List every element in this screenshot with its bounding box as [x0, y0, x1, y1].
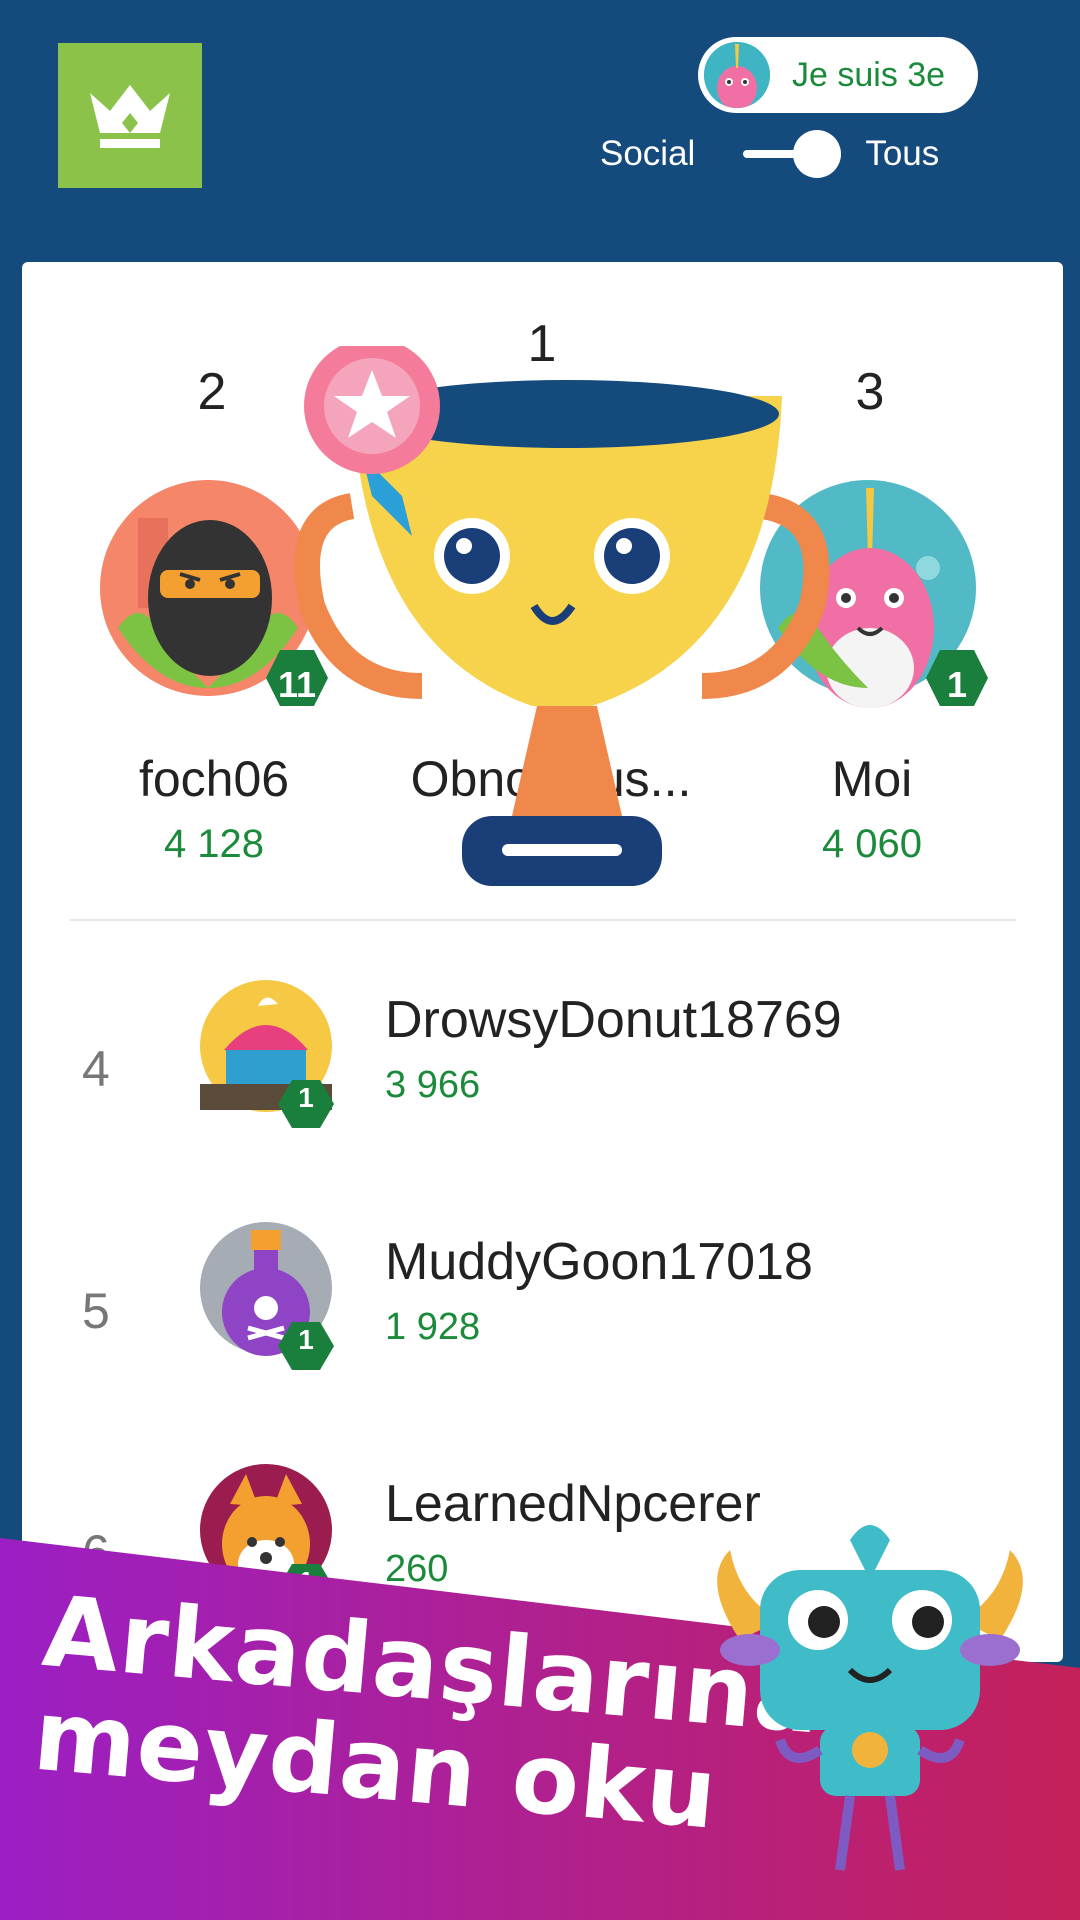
row-score: 1 928: [385, 1306, 481, 1348]
toggle-switch[interactable]: [743, 128, 843, 180]
toggle-label-all[interactable]: Tous: [865, 134, 939, 174]
podium: 2 11 foch06 4 128 3 1 Moi 4 060 1: [22, 262, 1063, 922]
row-rank: 5: [82, 1283, 110, 1339]
narwhal-avatar: [704, 42, 770, 108]
row-player-name: MuddyGoon17018: [385, 1233, 813, 1291]
toggle-knob[interactable]: [793, 130, 842, 178]
podium-divider: [70, 919, 1016, 921]
crown-icon: [90, 84, 170, 148]
row-level-badge: 1: [298, 1566, 314, 1597]
row-level-badge: 1: [298, 1082, 314, 1113]
my-rank-label: Je suis 3e: [792, 55, 946, 94]
row-level-badge: 1: [298, 1324, 314, 1355]
row-player-name: DrowsyDonut18769: [385, 991, 842, 1049]
row-rank: 6: [82, 1525, 110, 1581]
leaderboard-crown-button[interactable]: [58, 43, 202, 188]
row-score: 3 966: [385, 1064, 481, 1106]
podium-place-2: 2: [197, 363, 227, 421]
row-score: 260: [385, 1548, 449, 1590]
trophy-icon: [294, 346, 830, 886]
leaderboard-row-4[interactable]: 4 1 DrowsyDonut18769 3 966: [22, 980, 1063, 1180]
podium-level-badge-3: 1: [946, 664, 968, 705]
toggle-label-social[interactable]: Social: [600, 134, 695, 174]
monster-mascot-icon: [717, 1525, 1023, 1871]
my-rank-button[interactable]: Je suis 3e: [698, 37, 978, 113]
cupcake-avatar: 1: [196, 980, 366, 1130]
leaderboard-card: 2 11 foch06 4 128 3 1 Moi 4 060 1 4 1 Dr…: [22, 262, 1063, 1662]
social-all-toggle[interactable]: Social Tous: [600, 128, 980, 180]
potion-avatar: 1: [196, 1222, 366, 1372]
row-rank: 4: [82, 1041, 110, 1097]
leaderboard-row-5[interactable]: 5 1 MuddyGoon17018 1 928: [22, 1222, 1063, 1422]
